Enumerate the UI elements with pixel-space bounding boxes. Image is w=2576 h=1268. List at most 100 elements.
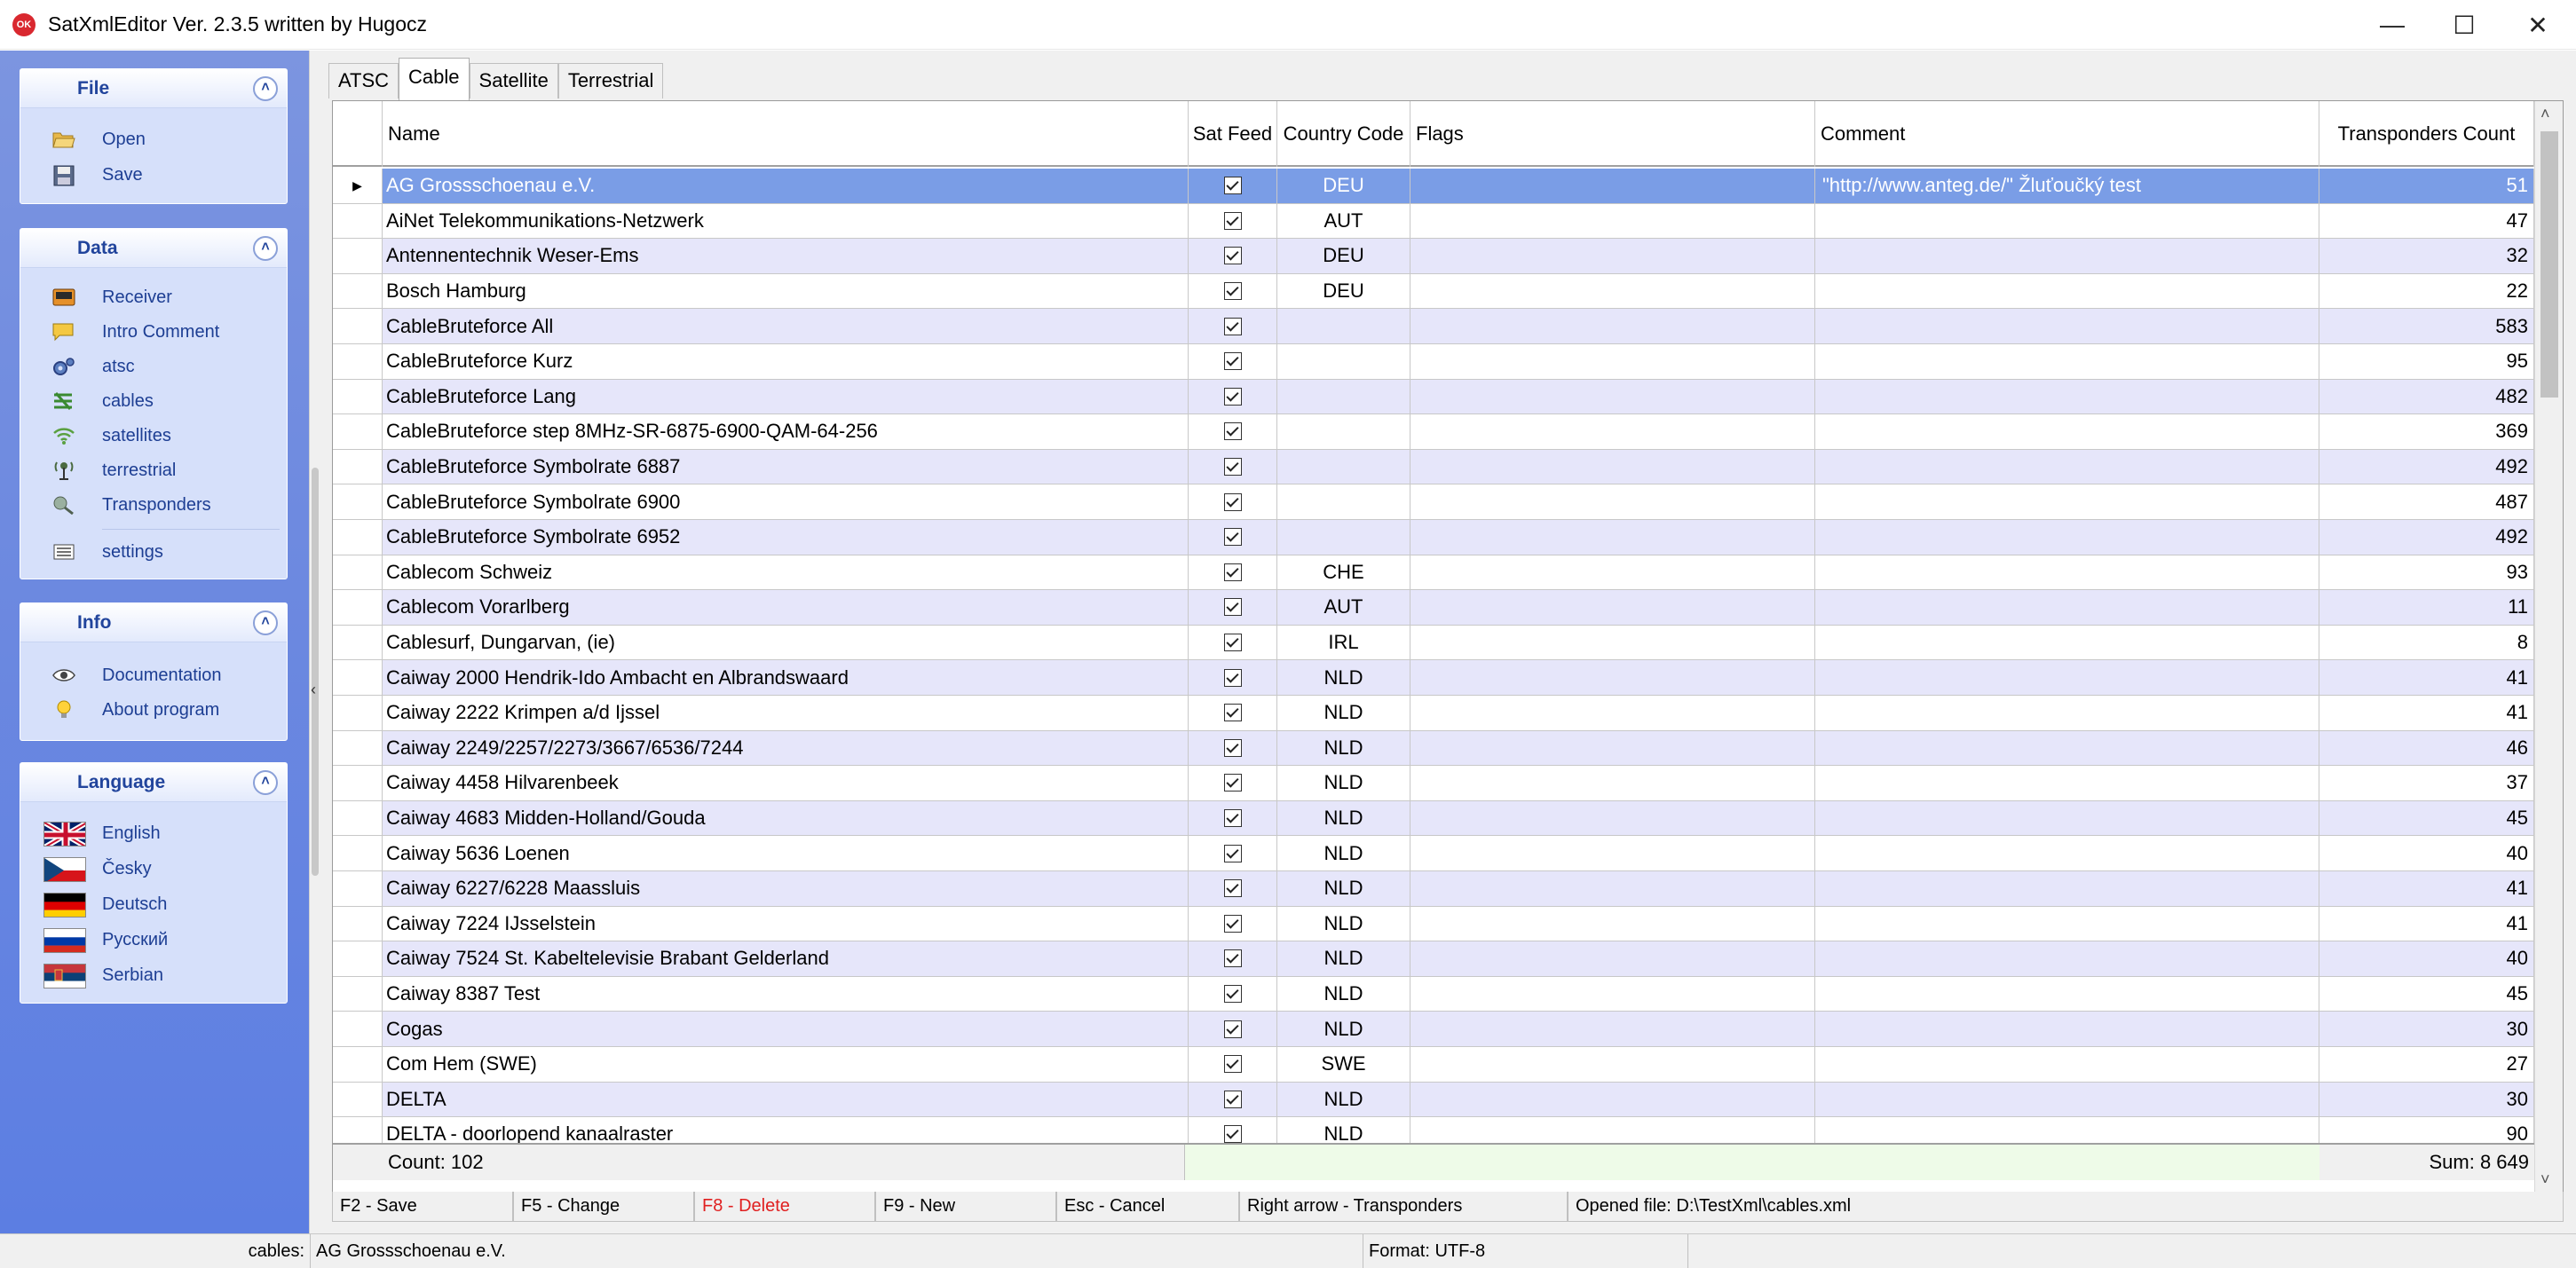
collapse-sidebar-icon[interactable]: ‹	[311, 681, 316, 699]
cell-flags[interactable]	[1410, 169, 1815, 203]
language-panel-header[interactable]: Language ˄	[20, 763, 287, 802]
cell-country-code[interactable]: NLD	[1277, 941, 1410, 976]
cell-name[interactable]: AG Grossschoenau e.V.	[383, 169, 1189, 203]
sidebar-item-atsc[interactable]: atsc	[20, 350, 287, 383]
cell-country-code[interactable]	[1277, 484, 1410, 519]
cell-comment[interactable]	[1815, 344, 2319, 379]
table-row[interactable]: Caiway 2222 Krimpen a/d Ijssel NLD 41	[333, 696, 2534, 731]
sat-feed-checkbox[interactable]	[1223, 492, 1242, 511]
row-header[interactable]	[333, 660, 383, 695]
cell-comment[interactable]	[1815, 766, 2319, 800]
sidebar-item-russian[interactable]: Русский	[20, 923, 287, 957]
row-header[interactable]	[333, 625, 383, 660]
cell-comment[interactable]	[1815, 273, 2319, 309]
cell-transponders-count[interactable]: 583	[2319, 309, 2534, 343]
sat-feed-checkbox[interactable]	[1223, 1020, 1242, 1038]
cell-flags[interactable]	[1410, 484, 1815, 519]
cell-name[interactable]: Caiway 2000 Hendrik-Ido Ambacht en Albra…	[383, 660, 1189, 695]
row-header[interactable]	[333, 203, 383, 239]
cell-name[interactable]: Caiway 7224 IJsselstein	[383, 906, 1189, 941]
cell-comment[interactable]	[1815, 484, 2319, 519]
sidebar-scrollbar[interactable]	[312, 468, 319, 876]
sat-feed-checkbox[interactable]	[1223, 1090, 1242, 1108]
row-header[interactable]	[333, 730, 383, 766]
cell-country-code[interactable]: NLD	[1277, 766, 1410, 800]
tab-cable[interactable]: Cable	[399, 58, 470, 100]
close-button[interactable]: ✕	[2500, 0, 2576, 50]
row-header[interactable]	[333, 696, 383, 730]
collapse-icon[interactable]: ˄	[253, 76, 278, 101]
cell-flags[interactable]	[1410, 976, 1815, 1012]
table-row[interactable]: Antennentechnik Weser-Ems DEU 32	[333, 239, 2534, 274]
row-header[interactable]	[333, 309, 383, 343]
cell-comment[interactable]	[1815, 976, 2319, 1012]
row-header[interactable]	[333, 906, 383, 941]
cell-transponders-count[interactable]: 487	[2319, 484, 2534, 519]
table-row[interactable]: CableBruteforce step 8MHz-SR-6875-6900-Q…	[333, 414, 2534, 450]
cell-sat-feed[interactable]	[1189, 169, 1277, 203]
cell-sat-feed[interactable]	[1189, 766, 1277, 800]
cell-transponders-count[interactable]: 22	[2319, 273, 2534, 309]
sidebar-item-english[interactable]: English	[20, 816, 287, 850]
tab-satellite[interactable]: Satellite	[469, 63, 558, 98]
row-header[interactable]	[333, 1047, 383, 1082]
sat-feed-checkbox[interactable]	[1223, 809, 1242, 828]
table-row[interactable]: Caiway 4683 Midden-Holland/Gouda NLD 45	[333, 800, 2534, 837]
sat-feed-checkbox[interactable]	[1223, 668, 1242, 687]
cell-name[interactable]: Caiway 4458 Hilvarenbeek	[383, 766, 1189, 800]
cell-country-code[interactable]	[1277, 449, 1410, 484]
sat-feed-checkbox[interactable]	[1223, 177, 1242, 195]
sat-feed-checkbox[interactable]	[1223, 1125, 1242, 1144]
cell-country-code[interactable]: NLD	[1277, 730, 1410, 766]
column-header-sat-feed[interactable]: Sat Feed	[1189, 101, 1277, 167]
cell-name[interactable]: Cogas	[383, 1012, 1189, 1046]
cell-transponders-count[interactable]: 41	[2319, 660, 2534, 695]
column-header-flags[interactable]: Flags	[1410, 101, 1815, 167]
sidebar-item-documentation[interactable]: Documentation	[20, 658, 287, 692]
hotkey-cancel[interactable]: Esc - Cancel	[1056, 1192, 1239, 1222]
cell-comment[interactable]	[1815, 239, 2319, 273]
row-header[interactable]	[333, 871, 383, 906]
cell-sat-feed[interactable]	[1189, 203, 1277, 239]
sat-feed-checkbox[interactable]	[1223, 704, 1242, 722]
cell-comment[interactable]	[1815, 906, 2319, 941]
cell-country-code[interactable]: NLD	[1277, 871, 1410, 906]
cell-comment[interactable]	[1815, 555, 2319, 590]
sat-feed-checkbox[interactable]	[1223, 458, 1242, 476]
cell-transponders-count[interactable]: 492	[2319, 449, 2534, 484]
table-row[interactable]: Caiway 8387 Test NLD 45	[333, 976, 2534, 1012]
cell-transponders-count[interactable]: 93	[2319, 555, 2534, 590]
cell-name[interactable]: CableBruteforce Symbolrate 6952	[383, 520, 1189, 555]
cell-name[interactable]: CableBruteforce step 8MHz-SR-6875-6900-Q…	[383, 414, 1189, 449]
scroll-up-icon[interactable]: ˄	[2540, 105, 2550, 123]
sat-feed-checkbox[interactable]	[1223, 914, 1242, 933]
cell-name[interactable]: Caiway 2222 Krimpen a/d Ijssel	[383, 696, 1189, 730]
cell-name[interactable]: Caiway 2249/2257/2273/3667/6536/7244	[383, 730, 1189, 766]
cell-comment[interactable]	[1815, 379, 2319, 414]
sat-feed-checkbox[interactable]	[1223, 211, 1242, 230]
cell-comment[interactable]	[1815, 1047, 2319, 1082]
cell-country-code[interactable]: DEU	[1277, 273, 1410, 309]
cell-name[interactable]: CableBruteforce Symbolrate 6900	[383, 484, 1189, 519]
cell-flags[interactable]	[1410, 414, 1815, 449]
cell-transponders-count[interactable]: 41	[2319, 696, 2534, 730]
cell-country-code[interactable]: DEU	[1277, 239, 1410, 273]
cell-flags[interactable]	[1410, 273, 1815, 309]
cell-sat-feed[interactable]	[1189, 1082, 1277, 1117]
table-row[interactable]: Cablecom Vorarlberg AUT 11	[333, 590, 2534, 626]
cell-comment[interactable]	[1815, 1082, 2319, 1117]
cell-sat-feed[interactable]	[1189, 449, 1277, 484]
table-row[interactable]: Caiway 6227/6228 Maassluis NLD 41	[333, 871, 2534, 907]
cell-sat-feed[interactable]	[1189, 1047, 1277, 1082]
cell-sat-feed[interactable]	[1189, 836, 1277, 870]
table-row[interactable]: Caiway 7224 IJsselstein NLD 41	[333, 906, 2534, 942]
cell-transponders-count[interactable]: 30	[2319, 1082, 2534, 1117]
cell-name[interactable]: Caiway 4683 Midden-Holland/Gouda	[383, 800, 1189, 836]
cell-transponders-count[interactable]: 27	[2319, 1047, 2534, 1082]
table-row[interactable]: DELTA NLD 30	[333, 1082, 2534, 1118]
row-header[interactable]	[333, 379, 383, 414]
cell-transponders-count[interactable]: 11	[2319, 590, 2534, 625]
table-row[interactable]: Bosch Hamburg DEU 22	[333, 273, 2534, 310]
hotkey-delete[interactable]: F8 - Delete	[694, 1192, 875, 1222]
cell-sat-feed[interactable]	[1189, 273, 1277, 309]
